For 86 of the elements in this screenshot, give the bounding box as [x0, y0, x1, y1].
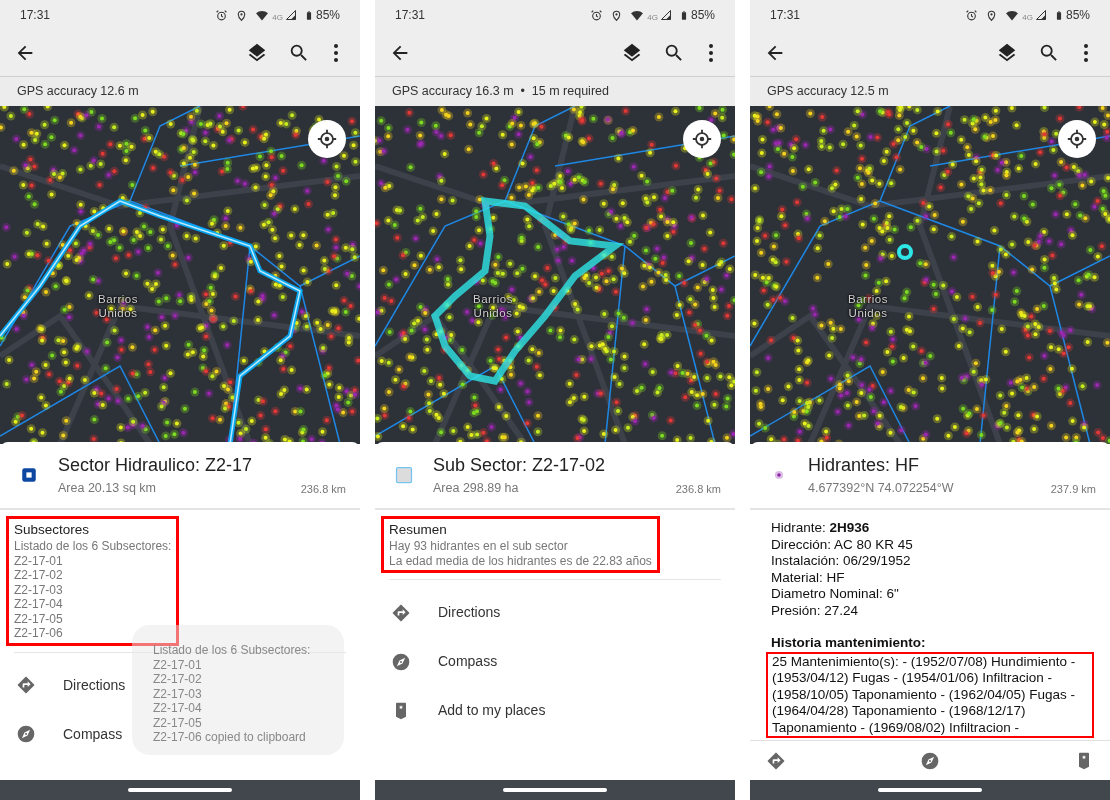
layers-icon: [996, 42, 1018, 64]
detail-line: Material: HF: [771, 569, 846, 586]
signal-icon: [284, 9, 297, 21]
directions-item[interactable]: Directions: [375, 588, 503, 637]
compass-icon: [16, 724, 36, 744]
feature-subtitle: Area 20.13 sq km: [58, 479, 156, 497]
search-icon: [288, 42, 310, 64]
feature-title: Sub Sector: Z2-17-02: [433, 453, 607, 477]
crosshair-icon: [316, 128, 338, 150]
crosshair-icon: [1066, 128, 1088, 150]
detail-line: Instalación: 06/29/1952: [771, 553, 912, 570]
compass-item-button[interactable]: [920, 750, 940, 771]
crosshair-icon: [691, 128, 713, 150]
history-text: 25 Mantenimiento(s): - (1952/07/08) Hundimiento - (1953/04/12) Fugas - (1954/01/06) Infiltracion - (1958/10/05) Taponamiento - (1962/04/05) Fugas - (1964/04/28) Taponamiento - (1968/12/17) Taponamiento - (1969/08/02) Infiltracion -: [766, 651, 1094, 738]
signal-icon: [1034, 9, 1047, 21]
battery-level: 85%: [315, 7, 340, 24]
directions-icon: [391, 602, 411, 623]
section-line: Z2-17-06: [14, 626, 64, 641]
alarm-icon: [965, 8, 979, 22]
home-handle[interactable]: [878, 788, 982, 792]
compass-icon: [391, 651, 411, 672]
gps-accuracy-bar: GPS accuracy 12.6 m: [0, 76, 360, 106]
home-handle[interactable]: [503, 788, 607, 792]
detail-line: Diametro Nominal: 6": [771, 586, 900, 603]
status-time: 17:31: [20, 7, 51, 24]
section-line: Z2-17-04: [14, 597, 64, 612]
compass-item[interactable]: Compass: [0, 709, 125, 759]
signal-icon: [659, 9, 672, 21]
compass-icon: [920, 750, 940, 771]
section-line: Z2-17-01: [14, 553, 64, 568]
directions-item-button[interactable]: [766, 750, 786, 771]
map-label: Barrios Unidos: [97, 292, 139, 320]
distance-label: 237.9 km: [1050, 481, 1096, 497]
battery-level: 85%: [690, 7, 715, 24]
directions-item[interactable]: Directions: [0, 660, 128, 710]
section-line: Listado de los 6 Subsectores:: [14, 539, 172, 554]
more-options-icon: [709, 44, 713, 62]
network-type: 4G: [272, 12, 283, 24]
clipboard-toast: Listado de los 6 Subsectores: Z2-17-01 Z2-17-02 Z2-17-03 Z2-17-04 Z2-17-05 Z2-17-06 copied to clipboard: [132, 625, 344, 755]
dot-icon: [772, 468, 786, 482]
network-type: 4G: [1022, 12, 1033, 24]
square-icon: [394, 465, 414, 485]
map-drawing[interactable]: [750, 106, 1110, 444]
status-time: 17:31: [770, 7, 801, 24]
wifi-icon: [1005, 8, 1020, 22]
alarm-icon: [215, 8, 229, 22]
status-time: 17:31: [395, 7, 426, 24]
add-to-places-item[interactable]: Add to my places: [375, 686, 548, 735]
wifi-icon: [630, 8, 645, 22]
section-line: Hay 93 hidrantes en el sub sector: [389, 539, 569, 554]
wifi-icon: [255, 8, 270, 22]
section-heading: Resumen: [389, 521, 448, 539]
compass-item[interactable]: Compass: [375, 637, 500, 686]
map-label: Barrios Unidos: [847, 292, 889, 320]
directions-icon: [16, 675, 36, 695]
layers-icon: [621, 42, 643, 64]
feature-subtitle: Area 298.89 ha: [433, 479, 519, 497]
home-handle[interactable]: [128, 788, 232, 792]
search-icon: [1038, 42, 1060, 64]
section-line: La edad media de los hidrantes es de 22.83 años: [389, 553, 652, 568]
section-line: Z2-17-02: [14, 568, 64, 583]
section-line: Z2-17-03: [14, 582, 64, 597]
section-line: Z2-17-05: [14, 611, 64, 626]
feature-subtitle: 4.677392°N 74.072254°W: [808, 479, 954, 497]
detail-line: Presión: 27.24: [771, 602, 860, 619]
history-heading: Historia mantenimiento:: [771, 635, 927, 652]
gps-accuracy-bar: GPS accuracy 12.5 m: [750, 76, 1110, 106]
section-heading: Subsectores: [14, 521, 91, 539]
feature-title: Sector Hidraulico: Z2-17: [58, 453, 254, 477]
layers-icon: [246, 42, 268, 64]
search-icon: [663, 42, 685, 64]
more-options-icon: [334, 44, 338, 62]
alarm-icon: [590, 8, 604, 22]
gps-accuracy-bar: GPS accuracy 16.3 m • 15 m required: [375, 76, 735, 106]
battery-level: 85%: [1065, 7, 1090, 24]
directions-icon: [766, 750, 786, 771]
more-options-icon: [1084, 44, 1088, 62]
distance-label: 236.8 km: [675, 481, 721, 497]
feature-title: Hidrantes: HF: [808, 453, 921, 477]
distance-label: 236.8 km: [300, 481, 346, 497]
detail-line: Dirección: AC 80 KR 45: [771, 536, 914, 553]
square-icon: [20, 466, 38, 484]
map-drawing[interactable]: [375, 106, 735, 444]
map-drawing[interactable]: [0, 106, 360, 444]
network-type: 4G: [647, 12, 658, 24]
detail-line: Hidrante: 2H936: [771, 520, 871, 537]
